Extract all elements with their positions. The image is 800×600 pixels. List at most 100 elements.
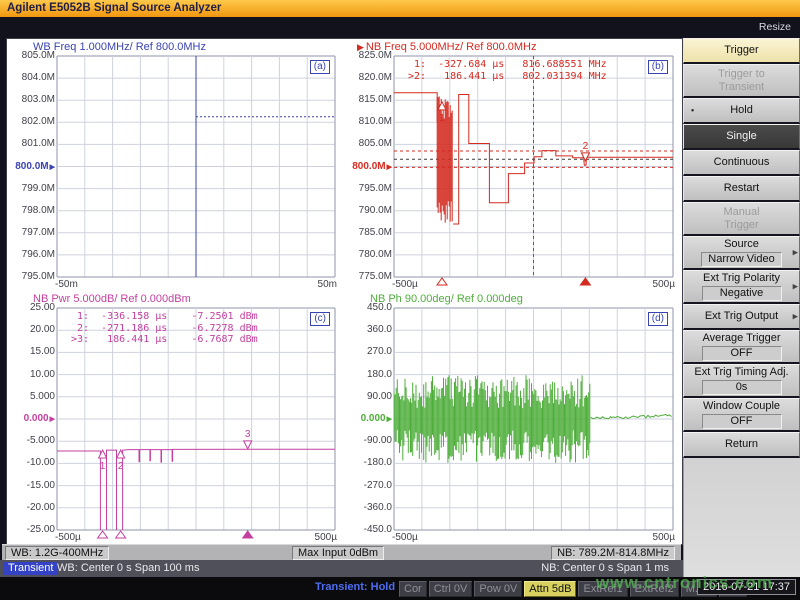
y-tick-label: 25.00	[9, 302, 55, 313]
y-tick-label: 798.0M	[9, 205, 55, 216]
softkey-average-trigger[interactable]: Average TriggerOFF	[683, 330, 800, 364]
ref-level-icon: ▶	[50, 416, 55, 423]
chart-grid-d[interactable]	[394, 308, 673, 530]
ref-level-icon: ▶	[387, 164, 392, 171]
plot-area: WB Freq 1.000MHz/ Ref 800.0MHz805.0M804.…	[6, 38, 683, 545]
svg-text:3: 3	[245, 429, 251, 440]
softkey-label: Ext Trig Polarity	[703, 272, 780, 285]
y-tick-label: 799.0M	[9, 183, 55, 194]
y-tick-label: 805.0M	[9, 50, 55, 61]
y-tick-label: -25.00	[9, 524, 55, 535]
softkey-value: OFF	[702, 346, 782, 361]
softkey-trigger-to-transient: Trigger toTransient	[683, 64, 800, 98]
chart-grid-a[interactable]	[57, 56, 335, 277]
softkey-ext-trig-output[interactable]: Ext Trig Output ▶	[683, 304, 800, 330]
y-tick-label: 10.00	[9, 369, 55, 380]
softkey-label: Source	[724, 238, 759, 251]
x-start-label: -500µ	[392, 279, 418, 290]
chart-title-c: NB Pwr 5.000dB/ Ref 0.000dBm	[33, 293, 191, 305]
ref-level-icon: ▶	[50, 164, 55, 171]
y-tick-label: 360.0	[346, 324, 392, 335]
chart-grid-b[interactable]: 12	[394, 56, 673, 277]
softkey-label: Ext Trig Timing Adj.	[694, 366, 788, 379]
chart-panel-d: NB Ph 90.00deg/ Ref 0.000deg450.0360.027…	[344, 291, 682, 544]
y-tick-label: 804.0M	[9, 72, 55, 83]
chart-panel-c: NB Pwr 5.000dB/ Ref 0.000dBm25.0020.0015…	[7, 291, 344, 544]
y-tick-label: 775.0M	[346, 271, 392, 282]
x-end-label: 500µ	[653, 532, 675, 543]
status-segment-ctrl-0v: Ctrl 0V	[429, 581, 473, 597]
x-start-label: -500µ	[392, 532, 418, 543]
submenu-arrow-icon: ▶	[793, 310, 798, 323]
y-tick-label: 780.0M	[346, 249, 392, 260]
softkey-label: Trigger	[724, 219, 758, 232]
y-tick-label: -90.00	[346, 435, 392, 446]
y-tick-label: -15.00	[9, 480, 55, 491]
y-tick-label: 801.0M	[9, 138, 55, 149]
instrument-status-bar: Transient: Hold CorCtrl 0VPow 0VAttn 5dB…	[0, 577, 800, 600]
svg-text:1: 1	[439, 113, 445, 124]
y-tick-label: -5.000	[9, 435, 55, 446]
softkey-menu-filler	[683, 458, 800, 577]
softkey-ext-trig-timing-adj[interactable]: Ext Trig Timing Adj.0s	[683, 364, 800, 398]
y-tick-label: 800.0M▶	[9, 161, 55, 172]
chart-title-d: NB Ph 90.00deg/ Ref 0.000deg	[370, 293, 523, 305]
softkey-label: Hold	[730, 104, 753, 117]
y-tick-label: 15.00	[9, 346, 55, 357]
softkey-source[interactable]: SourceNarrow Video ▶	[683, 236, 800, 270]
marker-readout-c: 1: -336.158 µs -7.2501 dBm 2: -271.186 µ…	[71, 311, 258, 346]
softkey-label: Ext Trig Output	[705, 310, 778, 323]
y-tick-label: 785.0M	[346, 227, 392, 238]
app-window: Agilent E5052B Signal Source Analyzer WB…	[0, 0, 800, 600]
datetime-readout: 2016-07-21 17:37	[697, 579, 796, 595]
nb-range-readout: NB: 789.2M-814.8MHz	[551, 546, 675, 560]
softkey-single[interactable]: Single	[683, 124, 800, 150]
wb-range-readout: WB: 1.2G-400MHz	[5, 546, 109, 560]
y-tick-label: 795.0M	[9, 271, 55, 282]
y-tick-label: 825.0M	[346, 50, 392, 61]
softkey-hold[interactable]: Hold •	[683, 98, 800, 124]
y-tick-label: -10.00	[9, 457, 55, 468]
resize-button[interactable]: Resize	[683, 16, 800, 38]
y-tick-label: 90.00	[346, 391, 392, 402]
sweep-info-bar: Transient WB: Center 0 s Span 100 ms NB:…	[0, 560, 683, 577]
softkey-return[interactable]: Return	[683, 432, 800, 458]
softkey-label: Transient	[719, 81, 764, 94]
softkey-value: OFF	[702, 414, 782, 429]
x-end-label: 500µ	[315, 532, 337, 543]
y-tick-label: 0.000▶	[9, 413, 55, 424]
x-end-label: 500µ	[653, 279, 675, 290]
softkey-label: Manual	[723, 206, 759, 219]
softkey-continuous[interactable]: Continuous	[683, 150, 800, 176]
softkey-window-couple[interactable]: Window CoupleOFF	[683, 398, 800, 432]
y-tick-label: 5.000	[9, 391, 55, 402]
selected-bullet-icon: •	[691, 104, 694, 117]
softkey-value: 0s	[702, 380, 782, 395]
softkey-trigger[interactable]: Trigger	[683, 38, 800, 64]
x-end-label: 50m	[318, 279, 337, 290]
y-tick-label: 802.0M	[9, 116, 55, 127]
y-tick-label: 810.0M	[346, 116, 392, 127]
softkey-menu: Resize TriggerTrigger toTransientHold•Si…	[683, 16, 800, 577]
y-tick-label: 805.0M	[346, 138, 392, 149]
y-tick-label: 800.0M▶	[346, 161, 392, 172]
hardware-info-bar: WB: 1.2G-400MHz Max Input 0dBm NB: 789.2…	[2, 544, 681, 560]
y-tick-label: 796.0M	[9, 249, 55, 260]
softkey-ext-trig-polarity[interactable]: Ext Trig PolarityNegative▶	[683, 270, 800, 304]
status-segment-pow-0v: Pow 0V	[474, 581, 522, 597]
x-start-label: -50m	[55, 279, 78, 290]
y-tick-label: -180.0	[346, 457, 392, 468]
submenu-arrow-icon: ▶	[793, 246, 798, 259]
softkey-label: Single	[726, 130, 757, 143]
softkey-value: Narrow Video	[701, 252, 781, 267]
submenu-arrow-icon: ▶	[793, 280, 798, 293]
title-bar: Agilent E5052B Signal Source Analyzer	[0, 0, 800, 17]
nb-sweep-readout: NB: Center 0 s Span 1 ms	[541, 562, 669, 574]
status-segment-cor: Cor	[399, 581, 427, 597]
y-tick-label: 270.0	[346, 346, 392, 357]
measurement-mode-badge[interactable]: Transient	[3, 562, 58, 575]
marker-readout-b: 1: -327.684 µs 816.688551 MHz >2: 186.44…	[408, 59, 607, 82]
chart-panel-a: WB Freq 1.000MHz/ Ref 800.0MHz805.0M804.…	[7, 39, 344, 291]
softkey-restart[interactable]: Restart	[683, 176, 800, 202]
svg-text:1: 1	[100, 461, 106, 472]
